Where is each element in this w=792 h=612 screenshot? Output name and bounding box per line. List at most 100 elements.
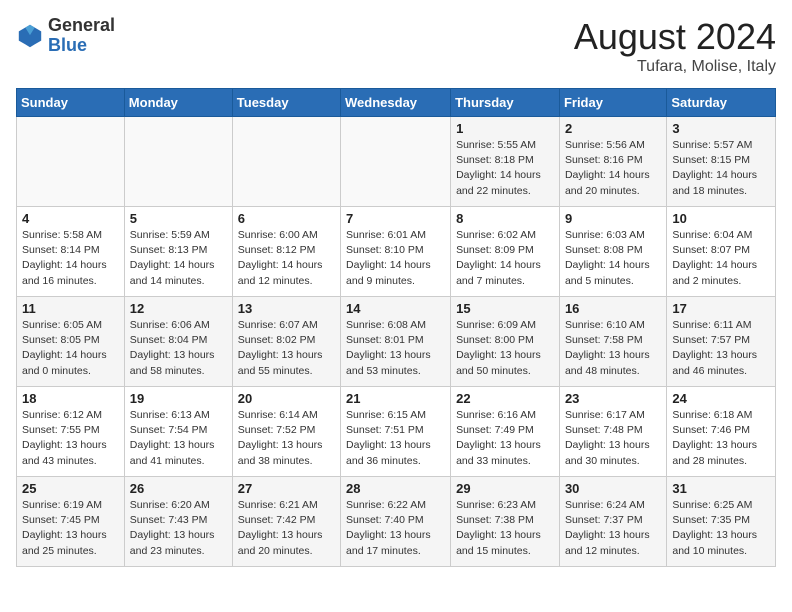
calendar-cell: 16Sunrise: 6:10 AM Sunset: 7:58 PM Dayli…	[559, 297, 666, 387]
logo-text: General Blue	[48, 16, 115, 56]
calendar-week-row: 4 Sunrise: 5:58 AM Sunset: 8:14 PM Daylig…	[17, 207, 776, 297]
calendar-table: SundayMondayTuesdayWednesdayThursdayFrid…	[16, 88, 776, 567]
day-number: 24	[672, 391, 770, 406]
day-info: Sunrise: 6:21 AM Sunset: 7:42 PM Dayligh…	[238, 498, 335, 559]
day-info: Sunrise: 6:24 AM Sunset: 7:37 PM Dayligh…	[565, 498, 661, 559]
day-info: Sunrise: 5:56 AM Sunset: 8:16 PM Dayligh…	[565, 138, 661, 199]
header-cell-wednesday: Wednesday	[341, 89, 451, 117]
day-info: Sunrise: 6:10 AM Sunset: 7:58 PM Dayligh…	[565, 318, 661, 379]
day-number: 15	[456, 301, 554, 316]
day-number: 13	[238, 301, 335, 316]
main-title: August 2024	[574, 16, 776, 58]
calendar-cell	[232, 117, 340, 207]
calendar-cell: 30 Sunrise: 6:24 AM Sunset: 7:37 PM Dayli…	[559, 477, 666, 567]
day-info: Sunrise: 6:09 AM Sunset: 8:00 PM Dayligh…	[456, 318, 554, 379]
day-number: 30	[565, 481, 661, 496]
page-header: General Blue August 2024 Tufara, Molise,…	[16, 16, 776, 76]
calendar-cell	[341, 117, 451, 207]
calendar-week-row: 18 Sunrise: 6:12 AM Sunset: 7:55 PM Dayli…	[17, 387, 776, 477]
calendar-cell: 28 Sunrise: 6:22 AM Sunset: 7:40 PM Dayli…	[341, 477, 451, 567]
day-info: Sunrise: 6:12 AM Sunset: 7:55 PM Dayligh…	[22, 408, 119, 469]
calendar-cell: 29 Sunrise: 6:23 AM Sunset: 7:38 PM Dayli…	[451, 477, 560, 567]
day-number: 6	[238, 211, 335, 226]
calendar-cell: 18 Sunrise: 6:12 AM Sunset: 7:55 PM Dayli…	[17, 387, 125, 477]
day-number: 5	[130, 211, 227, 226]
calendar-cell: 27Sunrise: 6:21 AM Sunset: 7:42 PM Dayli…	[232, 477, 340, 567]
calendar-cell: 17 Sunrise: 6:11 AM Sunset: 7:57 PM Dayli…	[667, 297, 776, 387]
day-number: 9	[565, 211, 661, 226]
day-number: 7	[346, 211, 445, 226]
calendar-cell: 1 Sunrise: 5:55 AM Sunset: 8:18 PM Daylig…	[451, 117, 560, 207]
header-cell-sunday: Sunday	[17, 89, 125, 117]
header-cell-saturday: Saturday	[667, 89, 776, 117]
day-info: Sunrise: 6:11 AM Sunset: 7:57 PM Dayligh…	[672, 318, 770, 379]
day-number: 1	[456, 121, 554, 136]
day-number: 18	[22, 391, 119, 406]
calendar-cell: 25 Sunrise: 6:19 AM Sunset: 7:45 PM Dayli…	[17, 477, 125, 567]
calendar-week-row: 25 Sunrise: 6:19 AM Sunset: 7:45 PM Dayli…	[17, 477, 776, 567]
calendar-cell: 22Sunrise: 6:16 AM Sunset: 7:49 PM Dayli…	[451, 387, 560, 477]
day-info: Sunrise: 6:23 AM Sunset: 7:38 PM Dayligh…	[456, 498, 554, 559]
header-cell-friday: Friday	[559, 89, 666, 117]
day-number: 29	[456, 481, 554, 496]
calendar-week-row: 11 Sunrise: 6:05 AM Sunset: 8:05 PM Dayli…	[17, 297, 776, 387]
day-number: 31	[672, 481, 770, 496]
calendar-cell: 4 Sunrise: 5:58 AM Sunset: 8:14 PM Daylig…	[17, 207, 125, 297]
title-block: August 2024 Tufara, Molise, Italy	[574, 16, 776, 76]
calendar-body: 1 Sunrise: 5:55 AM Sunset: 8:18 PM Daylig…	[17, 117, 776, 567]
calendar-cell: 15 Sunrise: 6:09 AM Sunset: 8:00 PM Dayli…	[451, 297, 560, 387]
day-info: Sunrise: 5:58 AM Sunset: 8:14 PM Dayligh…	[22, 228, 119, 289]
day-number: 11	[22, 301, 119, 316]
calendar-cell: 10Sunrise: 6:04 AM Sunset: 8:07 PM Dayli…	[667, 207, 776, 297]
calendar-cell: 11 Sunrise: 6:05 AM Sunset: 8:05 PM Dayli…	[17, 297, 125, 387]
calendar-cell: 3 Sunrise: 5:57 AM Sunset: 8:15 PM Daylig…	[667, 117, 776, 207]
calendar-cell: 8 Sunrise: 6:02 AM Sunset: 8:09 PM Daylig…	[451, 207, 560, 297]
day-info: Sunrise: 6:06 AM Sunset: 8:04 PM Dayligh…	[130, 318, 227, 379]
calendar-cell: 12 Sunrise: 6:06 AM Sunset: 8:04 PM Dayli…	[124, 297, 232, 387]
calendar-cell	[124, 117, 232, 207]
calendar-header: SundayMondayTuesdayWednesdayThursdayFrid…	[17, 89, 776, 117]
day-info: Sunrise: 6:01 AM Sunset: 8:10 PM Dayligh…	[346, 228, 445, 289]
header-cell-monday: Monday	[124, 89, 232, 117]
day-number: 17	[672, 301, 770, 316]
day-number: 12	[130, 301, 227, 316]
day-info: Sunrise: 6:02 AM Sunset: 8:09 PM Dayligh…	[456, 228, 554, 289]
header-row: SundayMondayTuesdayWednesdayThursdayFrid…	[17, 89, 776, 117]
calendar-cell: 6 Sunrise: 6:00 AM Sunset: 8:12 PM Daylig…	[232, 207, 340, 297]
calendar-cell: 23Sunrise: 6:17 AM Sunset: 7:48 PM Dayli…	[559, 387, 666, 477]
day-info: Sunrise: 6:19 AM Sunset: 7:45 PM Dayligh…	[22, 498, 119, 559]
day-info: Sunrise: 6:05 AM Sunset: 8:05 PM Dayligh…	[22, 318, 119, 379]
day-number: 10	[672, 211, 770, 226]
day-info: Sunrise: 6:00 AM Sunset: 8:12 PM Dayligh…	[238, 228, 335, 289]
day-number: 25	[22, 481, 119, 496]
header-cell-thursday: Thursday	[451, 89, 560, 117]
day-number: 3	[672, 121, 770, 136]
day-number: 8	[456, 211, 554, 226]
day-info: Sunrise: 6:14 AM Sunset: 7:52 PM Dayligh…	[238, 408, 335, 469]
day-info: Sunrise: 6:22 AM Sunset: 7:40 PM Dayligh…	[346, 498, 445, 559]
day-info: Sunrise: 5:55 AM Sunset: 8:18 PM Dayligh…	[456, 138, 554, 199]
calendar-cell: 7 Sunrise: 6:01 AM Sunset: 8:10 PM Daylig…	[341, 207, 451, 297]
day-number: 20	[238, 391, 335, 406]
calendar-cell: 20 Sunrise: 6:14 AM Sunset: 7:52 PM Dayli…	[232, 387, 340, 477]
calendar-cell: 2Sunrise: 5:56 AM Sunset: 8:16 PM Daylig…	[559, 117, 666, 207]
calendar-cell: 9Sunrise: 6:03 AM Sunset: 8:08 PM Daylig…	[559, 207, 666, 297]
day-number: 19	[130, 391, 227, 406]
day-number: 4	[22, 211, 119, 226]
calendar-cell: 21Sunrise: 6:15 AM Sunset: 7:51 PM Dayli…	[341, 387, 451, 477]
day-info: Sunrise: 6:25 AM Sunset: 7:35 PM Dayligh…	[672, 498, 770, 559]
day-number: 23	[565, 391, 661, 406]
calendar-cell: 13Sunrise: 6:07 AM Sunset: 8:02 PM Dayli…	[232, 297, 340, 387]
day-info: Sunrise: 6:16 AM Sunset: 7:49 PM Dayligh…	[456, 408, 554, 469]
calendar-week-row: 1 Sunrise: 5:55 AM Sunset: 8:18 PM Daylig…	[17, 117, 776, 207]
calendar-cell	[17, 117, 125, 207]
day-number: 28	[346, 481, 445, 496]
day-info: Sunrise: 6:20 AM Sunset: 7:43 PM Dayligh…	[130, 498, 227, 559]
subtitle: Tufara, Molise, Italy	[574, 58, 776, 76]
day-info: Sunrise: 6:13 AM Sunset: 7:54 PM Dayligh…	[130, 408, 227, 469]
calendar-cell: 26Sunrise: 6:20 AM Sunset: 7:43 PM Dayli…	[124, 477, 232, 567]
logo-general-text: General	[48, 15, 115, 35]
day-info: Sunrise: 5:57 AM Sunset: 8:15 PM Dayligh…	[672, 138, 770, 199]
calendar-cell: 14Sunrise: 6:08 AM Sunset: 8:01 PM Dayli…	[341, 297, 451, 387]
day-info: Sunrise: 6:18 AM Sunset: 7:46 PM Dayligh…	[672, 408, 770, 469]
